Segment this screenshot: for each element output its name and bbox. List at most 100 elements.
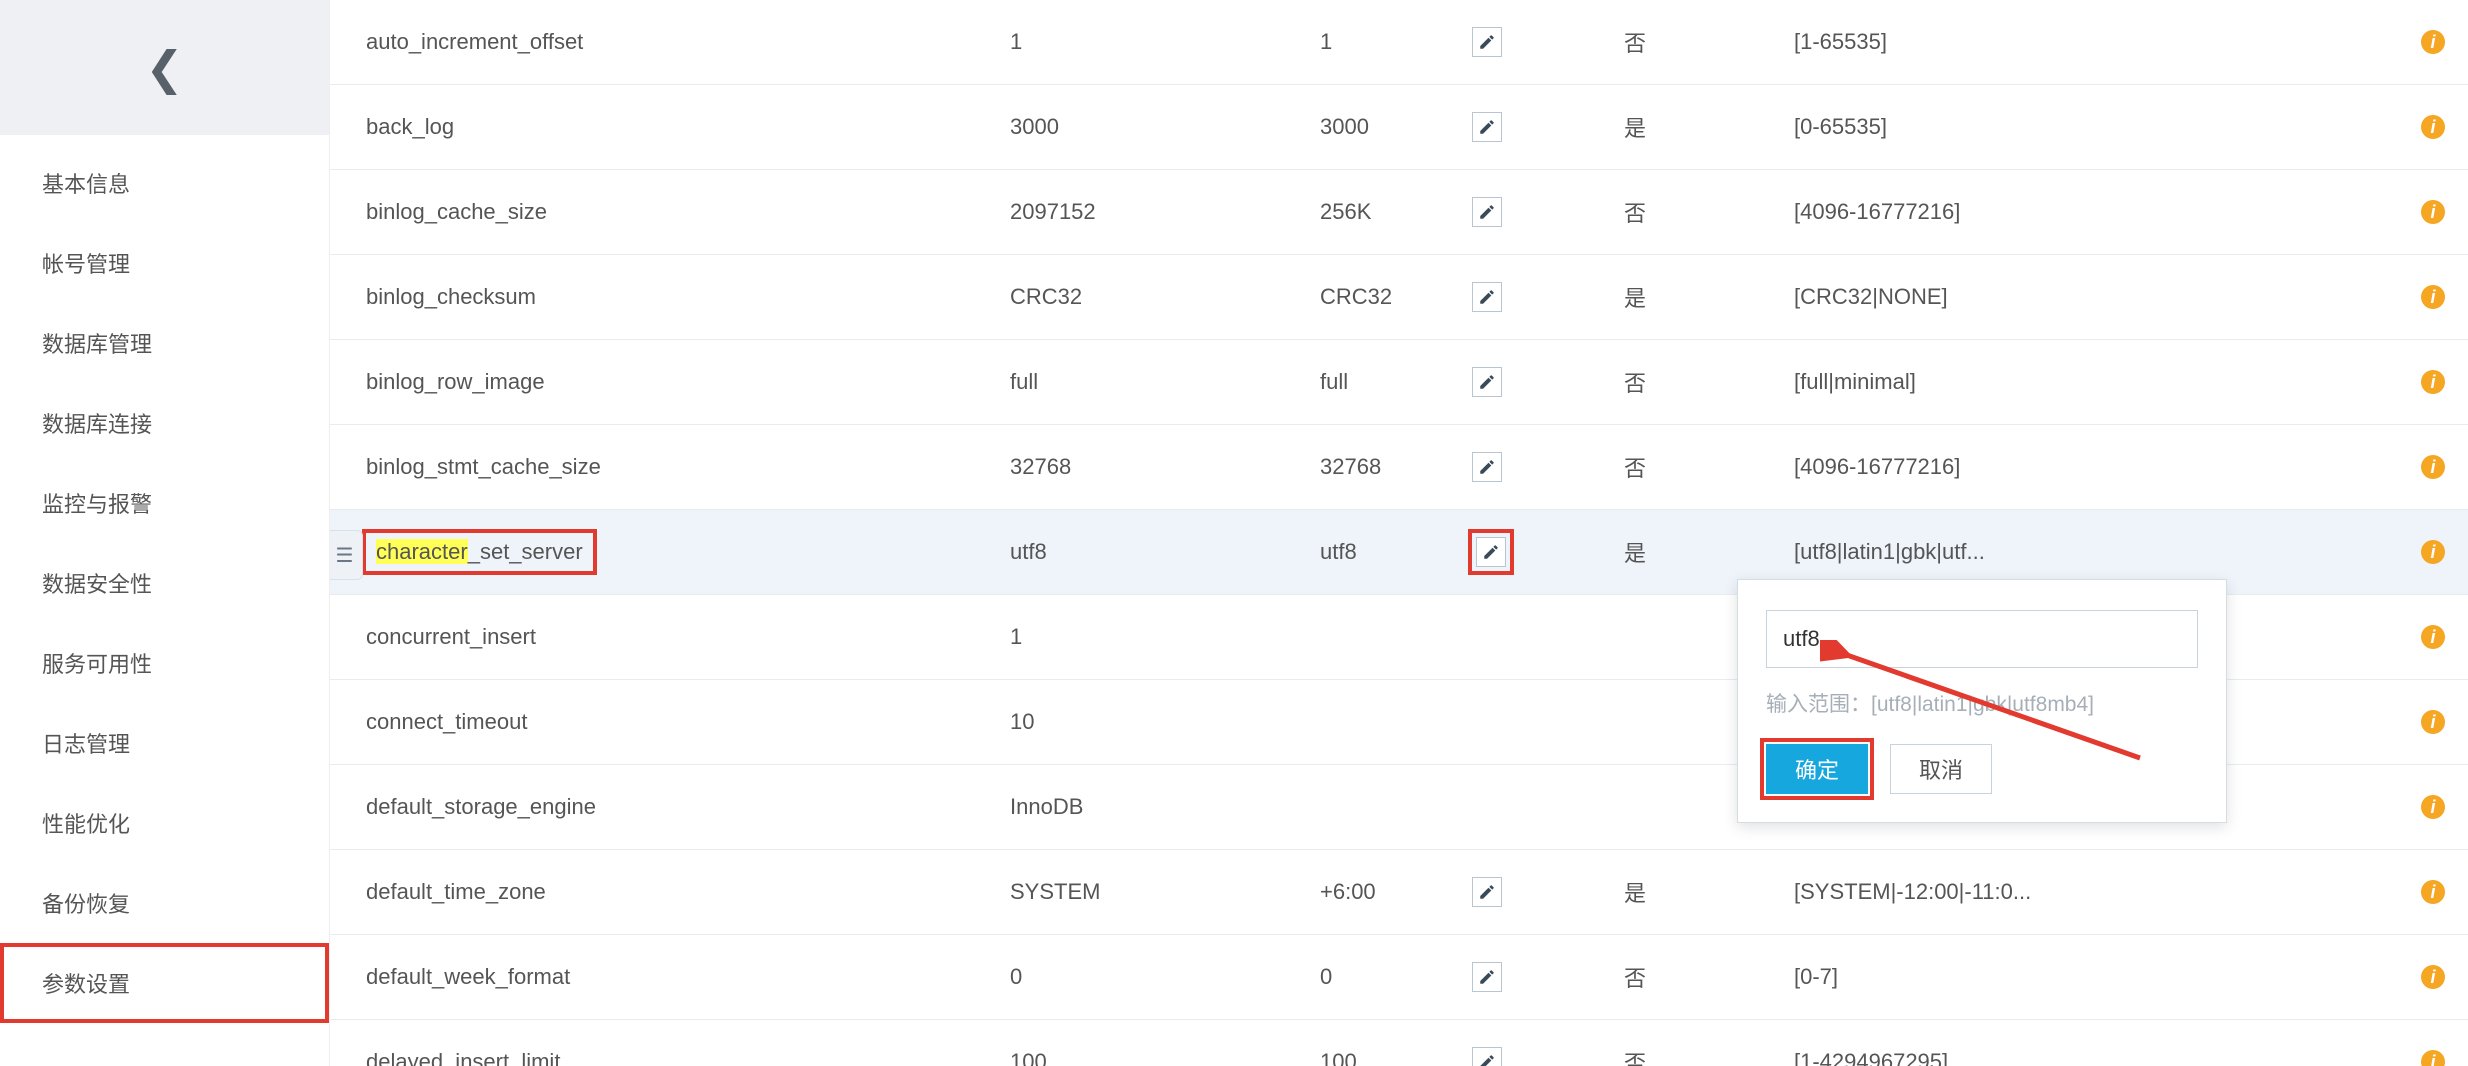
info-icon[interactable]: i: [2421, 880, 2445, 904]
param-name: binlog_stmt_cache_size: [366, 454, 601, 479]
edit-button[interactable]: [1472, 112, 1502, 142]
default-value: 0: [1320, 964, 1472, 990]
value-range: [utf8|latin1|gbk|utf...: [1794, 539, 2398, 565]
table-row: delayed_insert_limit100100否[1-4294967295…: [330, 1020, 2468, 1066]
info-cell: i: [2398, 370, 2468, 394]
info-cell: i: [2398, 880, 2468, 904]
sidebar-item-label: 日志管理: [42, 727, 130, 759]
param-name-cell: default_time_zone: [330, 879, 1010, 905]
sidebar-item-label: 数据安全性: [42, 567, 152, 599]
sidebar-item-10[interactable]: 参数设置: [0, 943, 329, 1023]
running-value: utf8: [1010, 539, 1320, 565]
info-cell: i: [2398, 30, 2468, 54]
edit-button[interactable]: [1472, 1047, 1502, 1066]
param-name-cell: default_week_format: [330, 964, 1010, 990]
running-value: CRC32: [1010, 284, 1320, 310]
sidebar-item-7[interactable]: 日志管理: [0, 703, 329, 783]
sidebar-item-0[interactable]: 基本信息: [0, 143, 329, 223]
edit-cell: [1472, 282, 1624, 312]
sidebar-item-3[interactable]: 数据库连接: [0, 383, 329, 463]
param-name-cell: binlog_checksum: [330, 284, 1010, 310]
sidebar-item-label: 备份恢复: [42, 887, 130, 919]
restart-required: 是: [1624, 536, 1794, 568]
edit-button[interactable]: [1472, 27, 1502, 57]
default-value: +6:00: [1320, 879, 1472, 905]
info-cell: i: [2398, 200, 2468, 224]
params-table: auto_increment_offset11否[1-65535]iback_l…: [330, 0, 2468, 1066]
restart-required: 否: [1624, 196, 1794, 228]
table-row: default_week_format00否[0-7]i: [330, 935, 2468, 1020]
edit-button[interactable]: [1472, 197, 1502, 227]
info-icon[interactable]: i: [2421, 370, 2445, 394]
info-icon[interactable]: i: [2421, 455, 2445, 479]
table-row: binlog_checksumCRC32CRC32是[CRC32|NONE]i: [330, 255, 2468, 340]
default-value: 1: [1320, 29, 1472, 55]
sidebar-item-label: 监控与报警: [42, 487, 152, 519]
value-range: [0-7]: [1794, 964, 2398, 990]
restart-required: 否: [1624, 451, 1794, 483]
back-button[interactable]: ❮: [0, 0, 329, 135]
param-name-cell: concurrent_insert: [330, 624, 1010, 650]
confirm-button[interactable]: 确定: [1766, 744, 1868, 794]
value-range: [1-65535]: [1794, 29, 2398, 55]
table-row: binlog_row_imagefullfull否[full|minimal]i: [330, 340, 2468, 425]
info-icon[interactable]: i: [2421, 115, 2445, 139]
edit-button[interactable]: [1472, 877, 1502, 907]
collapse-sidebar-handle[interactable]: ☰: [330, 530, 363, 580]
running-value: 1: [1010, 624, 1320, 650]
edit-popover: 输入范围：[utf8|latin1|gbk|utf8mb4] 确定 取消: [1737, 579, 2227, 823]
restart-required: 否: [1624, 26, 1794, 58]
info-icon[interactable]: i: [2421, 285, 2445, 309]
pencil-icon: [1478, 288, 1496, 306]
info-icon[interactable]: i: [2421, 795, 2445, 819]
sidebar-item-label: 数据库连接: [42, 407, 152, 439]
info-icon[interactable]: i: [2421, 200, 2445, 224]
param-name: back_log: [366, 114, 454, 139]
edit-button[interactable]: [1472, 282, 1502, 312]
sidebar-item-8[interactable]: 性能优化: [0, 783, 329, 863]
edit-button[interactable]: [1472, 367, 1502, 397]
info-icon[interactable]: i: [2421, 1050, 2445, 1066]
main-panel: ☰ auto_increment_offset11否[1-65535]iback…: [330, 0, 2468, 1066]
info-cell: i: [2398, 115, 2468, 139]
edit-button[interactable]: [1476, 537, 1506, 567]
sidebar-item-5[interactable]: 数据安全性: [0, 543, 329, 623]
sidebar-item-label: 数据库管理: [42, 327, 152, 359]
param-name: default_storage_engine: [366, 794, 596, 819]
info-icon[interactable]: i: [2421, 30, 2445, 54]
edit-button[interactable]: [1472, 962, 1502, 992]
sidebar-item-2[interactable]: 数据库管理: [0, 303, 329, 383]
value-range: [1-4294967295]: [1794, 1049, 2398, 1066]
edit-cell: [1472, 962, 1624, 992]
param-name: concurrent_insert: [366, 624, 536, 649]
restart-required: 否: [1624, 961, 1794, 993]
default-value: 32768: [1320, 454, 1472, 480]
pencil-icon: [1478, 458, 1496, 476]
restart-required: 否: [1624, 1046, 1794, 1066]
param-name: delayed_insert_limit: [366, 1049, 560, 1066]
sidebar-item-6[interactable]: 服务可用性: [0, 623, 329, 703]
param-name: auto_increment_offset: [366, 29, 583, 54]
info-icon[interactable]: i: [2421, 625, 2445, 649]
table-row: binlog_cache_size2097152256K否[4096-16777…: [330, 170, 2468, 255]
info-icon[interactable]: i: [2421, 540, 2445, 564]
cancel-button[interactable]: 取消: [1890, 744, 1992, 794]
sidebar-item-4[interactable]: 监控与报警: [0, 463, 329, 543]
info-cell: i: [2398, 1050, 2468, 1066]
table-row: auto_increment_offset11否[1-65535]i: [330, 0, 2468, 85]
sidebar-item-1[interactable]: 帐号管理: [0, 223, 329, 303]
running-value: SYSTEM: [1010, 879, 1320, 905]
param-name: binlog_row_image: [366, 369, 545, 394]
info-icon[interactable]: i: [2421, 965, 2445, 989]
sidebar-item-9[interactable]: 备份恢复: [0, 863, 329, 943]
edit-cell: [1472, 877, 1624, 907]
info-icon[interactable]: i: [2421, 710, 2445, 734]
running-value: 2097152: [1010, 199, 1320, 225]
edit-button[interactable]: [1472, 452, 1502, 482]
param-value-input[interactable]: [1766, 610, 2198, 668]
default-value: 256K: [1320, 199, 1472, 225]
sidebar-item-label: 服务可用性: [42, 647, 152, 679]
default-value: 3000: [1320, 114, 1472, 140]
restart-required: 否: [1624, 366, 1794, 398]
restart-required: 是: [1624, 111, 1794, 143]
